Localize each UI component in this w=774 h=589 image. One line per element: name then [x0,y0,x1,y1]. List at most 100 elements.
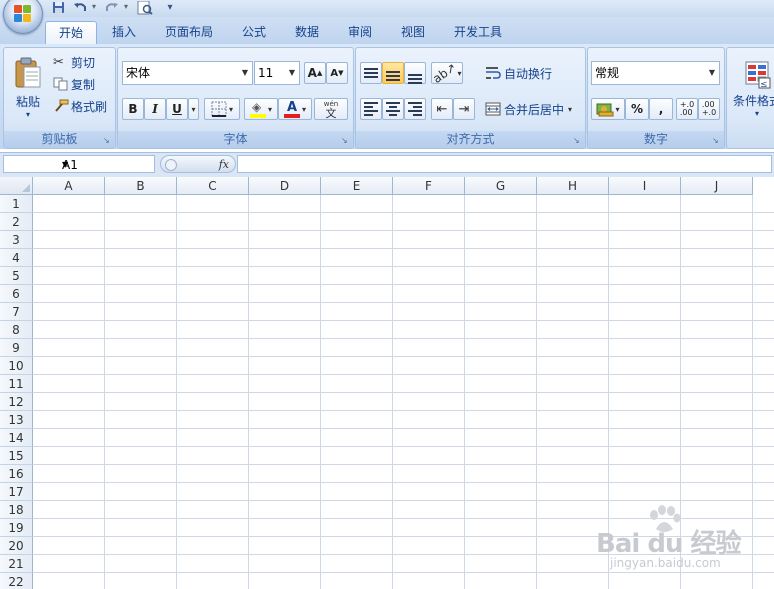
increase-font-size-button[interactable]: A ▲ [304,62,326,84]
tab-data[interactable]: 数据 [287,21,327,43]
chevron-down-icon: ▾ [301,104,306,114]
dialog-launcher-icon[interactable]: ↘ [341,136,350,145]
wrap-text-button[interactable]: 自动换行 [484,62,558,84]
row-header-7[interactable]: 7 [0,303,33,321]
tab-home[interactable]: 开始 [45,21,97,45]
save-icon[interactable] [50,1,66,15]
row-header-18[interactable]: 18 [0,501,33,519]
column-header-g[interactable]: G [465,177,537,195]
row-header-6[interactable]: 6 [0,285,33,303]
row-header-8[interactable]: 8 [0,321,33,339]
row-header-11[interactable]: 11 [0,375,33,393]
decrease-indent-button[interactable]: ⇤ [431,98,453,120]
row-header-15[interactable]: 15 [0,447,33,465]
alignment-group-label: 对齐方式 [356,131,585,148]
tab-review[interactable]: 审阅 [340,21,380,43]
conditional-formatting-label: 条件格式 [732,94,774,108]
tab-insert[interactable]: 插入 [104,21,144,43]
increase-indent-button[interactable]: ⇥ [453,98,475,120]
italic-button[interactable]: I [144,98,166,120]
cut-button[interactable]: ✂ 剪切 [52,52,110,72]
tab-view[interactable]: 视图 [393,21,433,43]
column-header-f[interactable]: F [393,177,465,195]
column-header-b[interactable]: B [105,177,177,195]
tab-page-layout[interactable]: 页面布局 [158,21,220,43]
paste-button[interactable]: 粘贴 ▾ [7,51,49,125]
accounting-format-button[interactable]: ▾ [591,98,625,120]
font-size-combo[interactable]: 11 ▼ [254,61,300,85]
middle-align-button[interactable] [382,62,404,84]
column-header-j[interactable]: J [681,177,753,195]
customize-quick-access-icon[interactable]: ▾ [164,1,176,15]
top-align-button[interactable] [360,62,382,84]
fill-color-button[interactable]: ◈ ▾ [244,98,278,120]
conditional-formatting-button[interactable]: ≤ 条件格式 ▾ [729,52,774,126]
number-group-label: 数字 [588,131,724,148]
row-header-12[interactable]: 12 [0,393,33,411]
clipboard-group-label: 剪贴板 [4,131,115,148]
font-color-button[interactable]: A ▾ [278,98,312,120]
dialog-launcher-icon[interactable]: ↘ [103,136,112,145]
underline-dropdown[interactable]: ▾ [188,98,199,120]
row-header-14[interactable]: 14 [0,429,33,447]
tab-developer[interactable]: 开发工具 [446,21,510,43]
bold-button[interactable]: B [122,98,144,120]
number-group: 常规 ▼ ▾ % , +.0 .00 .00 +.0 数字 ↘ [587,47,725,149]
formula-input[interactable] [237,155,772,173]
select-all-button[interactable] [0,177,33,195]
row-header-1[interactable]: 1 [0,195,33,213]
row-header-16[interactable]: 16 [0,465,33,483]
row-header-13[interactable]: 13 [0,411,33,429]
comma-style-button[interactable]: , [649,98,673,120]
wrap-text-icon [486,67,501,79]
chevron-down-icon: ▾ [228,104,233,114]
bottom-align-button[interactable] [404,62,426,84]
orientation-button[interactable]: ab↗ ▾ [431,60,463,86]
percent-style-button[interactable]: % [625,98,649,120]
row-header-2[interactable]: 2 [0,213,33,231]
font-name-combo[interactable]: 宋体 ▼ [122,61,253,85]
align-center-button[interactable] [382,98,404,120]
dialog-launcher-icon[interactable]: ↘ [712,136,721,145]
print-preview-icon[interactable] [136,0,156,15]
row-header-10[interactable]: 10 [0,357,33,375]
row-header-3[interactable]: 3 [0,231,33,249]
column-header-i[interactable]: I [609,177,681,195]
row-header-17[interactable]: 17 [0,483,33,501]
align-left-button[interactable] [360,98,382,120]
phonetic-guide-button[interactable]: wén 文 [314,98,348,120]
chevron-down-icon[interactable]: ▾ [124,2,129,14]
copy-button[interactable]: 复制 [52,74,110,94]
chevron-down-icon: ▾ [615,104,620,114]
row-header-5[interactable]: 5 [0,267,33,285]
row-header-21[interactable]: 21 [0,555,33,573]
row-header-20[interactable]: 20 [0,537,33,555]
increase-indent-icon: ⇥ [458,101,470,117]
row-header-22[interactable]: 22 [0,573,33,589]
redo-icon[interactable] [104,1,120,15]
name-box[interactable]: A1 ▼ [3,155,155,173]
column-header-h[interactable]: H [537,177,609,195]
increase-decimal-button[interactable]: +.0 .00 [676,98,698,120]
undo-icon[interactable] [72,1,88,15]
column-header-c[interactable]: C [177,177,249,195]
number-format-combo[interactable]: 常规 ▼ [591,61,720,85]
merge-center-button[interactable]: 合并后居中 ▾ [484,98,580,120]
format-painter-button[interactable]: 格式刷 [52,96,112,116]
dialog-launcher-icon[interactable]: ↘ [573,136,582,145]
row-header-4[interactable]: 4 [0,249,33,267]
decrease-font-size-button[interactable]: A ▼ [326,62,348,84]
insert-function-button[interactable]: fx [160,155,236,173]
tab-formulas[interactable]: 公式 [234,21,274,43]
chevron-down-icon[interactable]: ▾ [92,2,97,14]
decrease-decimal-button[interactable]: .00 +.0 [698,98,720,120]
column-header-e[interactable]: E [321,177,393,195]
align-right-button[interactable] [404,98,426,120]
row-header-9[interactable]: 9 [0,339,33,357]
underline-button[interactable]: U [166,98,188,120]
cell-grid[interactable] [33,195,774,589]
column-header-d[interactable]: D [249,177,321,195]
column-header-a[interactable]: A [33,177,105,195]
row-header-19[interactable]: 19 [0,519,33,537]
borders-button[interactable]: ▾ [204,98,240,120]
